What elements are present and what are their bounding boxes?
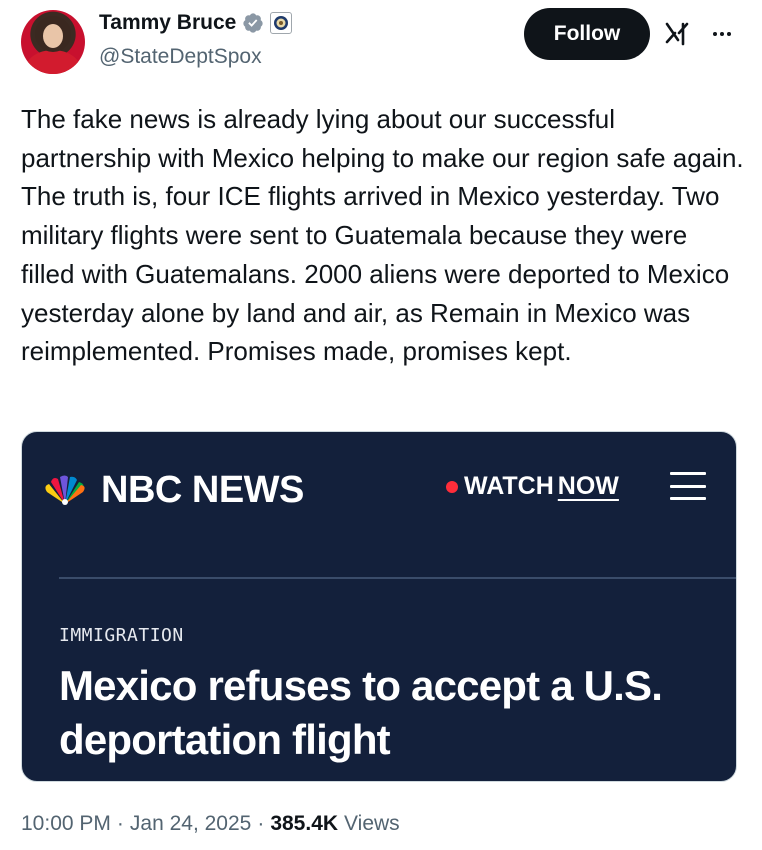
author-handle[interactable]: @StateDeptSpox	[99, 45, 262, 69]
card-brand: NBC NEWS	[101, 469, 304, 511]
verified-badge-icon[interactable]	[242, 12, 264, 34]
watch-now-label: NOW	[557, 472, 619, 500]
tweet-text: The fake news is already lying about our…	[21, 104, 751, 367]
author-display-name[interactable]: Tammy Bruce	[99, 11, 236, 35]
author-name-row: Tammy Bruce	[99, 11, 293, 35]
grok-icon[interactable]	[664, 20, 692, 48]
live-dot-icon	[446, 480, 458, 493]
avatar[interactable]	[21, 10, 85, 74]
tweet-time[interactable]: 10:00 PM	[21, 812, 111, 836]
card-headline: Mexico refuses to accept a U.S. deportat…	[59, 662, 663, 763]
nbc-peacock-icon	[45, 475, 85, 505]
card-category: IMMIGRATION	[59, 625, 184, 646]
tweet-meta: 10:00 PM · Jan 24, 2025 · 385.4K Views	[21, 812, 400, 836]
follow-button[interactable]: Follow	[524, 8, 650, 60]
nbc-news-logo: NBC NEWS	[39, 469, 304, 512]
tweet-date[interactable]: Jan 24, 2025	[130, 812, 251, 836]
views-label: Views	[344, 812, 400, 835]
hamburger-menu-icon[interactable]	[670, 472, 706, 500]
more-options-icon[interactable]	[708, 22, 736, 46]
watch-now-link[interactable]: WATCH NOW	[446, 472, 619, 501]
state-department-seal-icon[interactable]	[270, 12, 293, 34]
meta-separator: ·	[116, 812, 124, 835]
link-preview-card[interactable]: NBC NEWS WATCH NOW IMMIGRATION Mexico re…	[21, 431, 737, 782]
tweet-header: Tammy Bruce @StateDeptSpox Follow	[0, 0, 762, 90]
meta-separator: ·	[257, 812, 265, 835]
card-divider	[59, 577, 736, 579]
watch-label: WATCH	[464, 472, 554, 500]
views-count: 385.4K	[270, 812, 339, 835]
